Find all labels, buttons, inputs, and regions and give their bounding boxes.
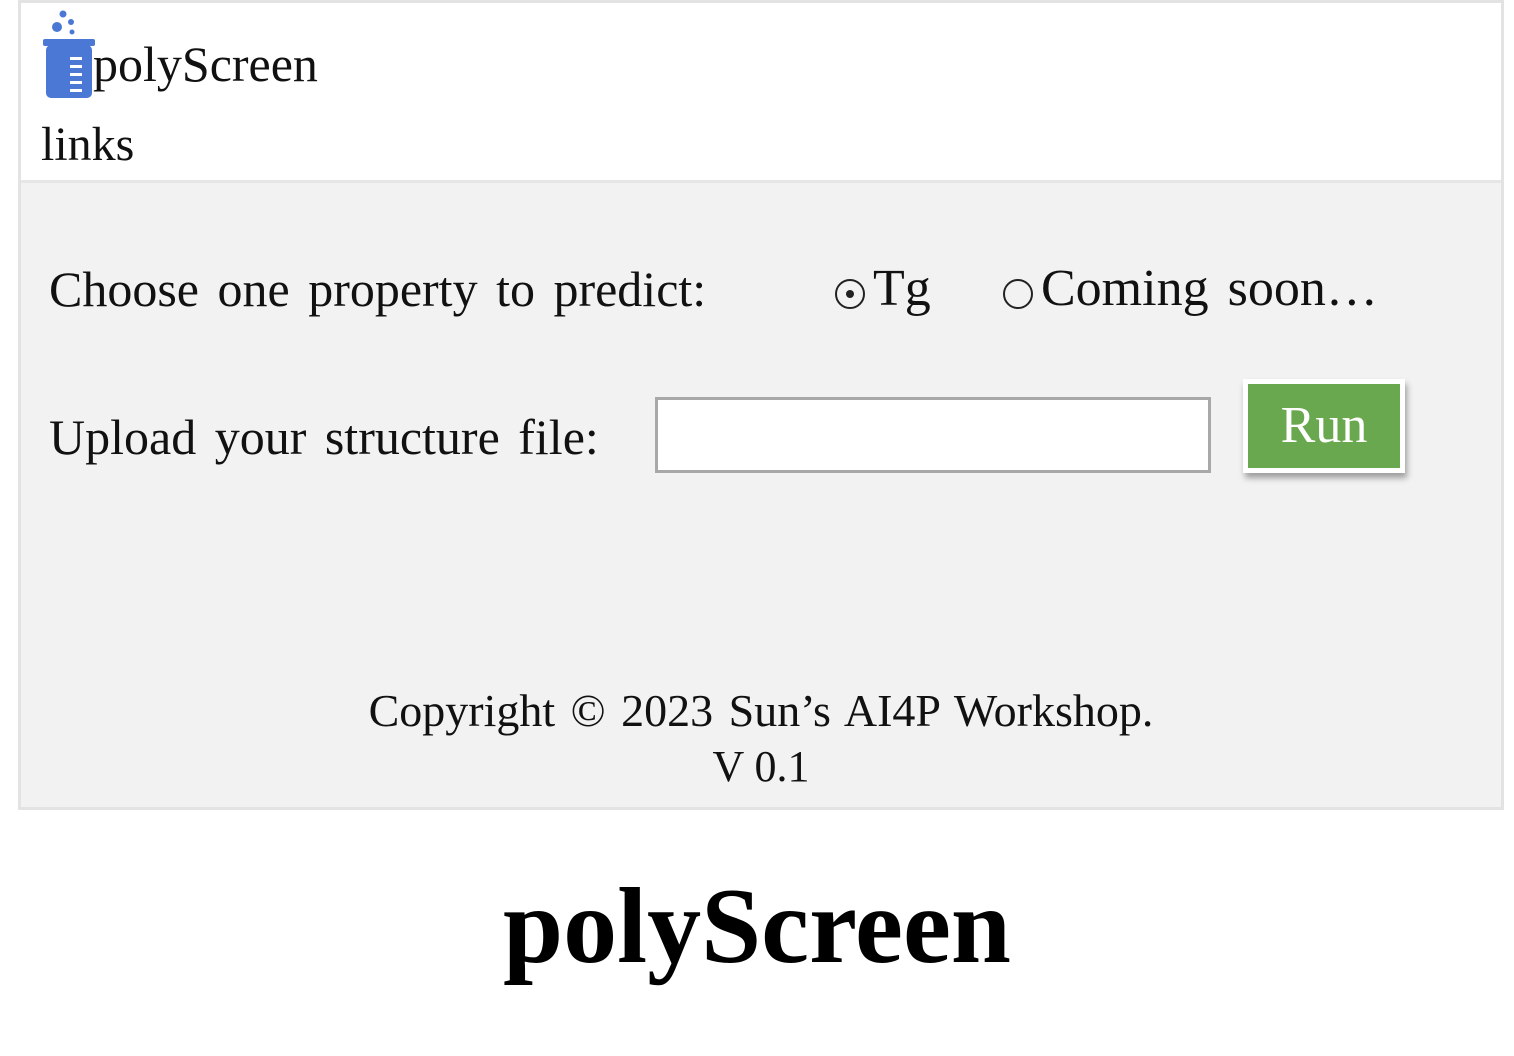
upload-label: Upload your structure file:: [49, 409, 599, 465]
app-window: polyScreen links Choose one property to …: [18, 0, 1504, 810]
property-label: Choose one property to predict:: [49, 261, 707, 317]
version-text: V 0.1: [712, 742, 810, 791]
structure-file-input[interactable]: [655, 397, 1211, 473]
logo-link[interactable]: polyScreen: [41, 7, 318, 99]
radio-selected-icon[interactable]: [835, 279, 865, 309]
links-menu[interactable]: links: [41, 121, 134, 169]
upload-row: Upload your structure file: Run: [49, 379, 1469, 489]
copyright-text: Copyright © 2023 Sun’s AI4P Workshop.: [368, 685, 1154, 736]
property-selector-row: Choose one property to predict: Tg Comin…: [49, 261, 1469, 321]
main-content: Choose one property to predict: Tg Comin…: [21, 183, 1501, 807]
run-button[interactable]: Run: [1243, 379, 1405, 473]
radio-label-coming-soon: Coming soon…: [1041, 260, 1378, 317]
figure-caption: polyScreen: [503, 867, 1011, 986]
radio-unselected-icon[interactable]: [1003, 279, 1033, 309]
radio-option-tg[interactable]: Tg: [835, 261, 931, 317]
beaker-icon: [43, 10, 95, 98]
app-title: polyScreen: [93, 36, 318, 92]
radio-option-coming-soon[interactable]: Coming soon…: [1003, 261, 1378, 317]
header-bar: polyScreen links: [21, 3, 1501, 183]
radio-label-tg: Tg: [873, 260, 931, 317]
footer: Copyright © 2023 Sun’s AI4P Workshop. V …: [21, 683, 1501, 795]
